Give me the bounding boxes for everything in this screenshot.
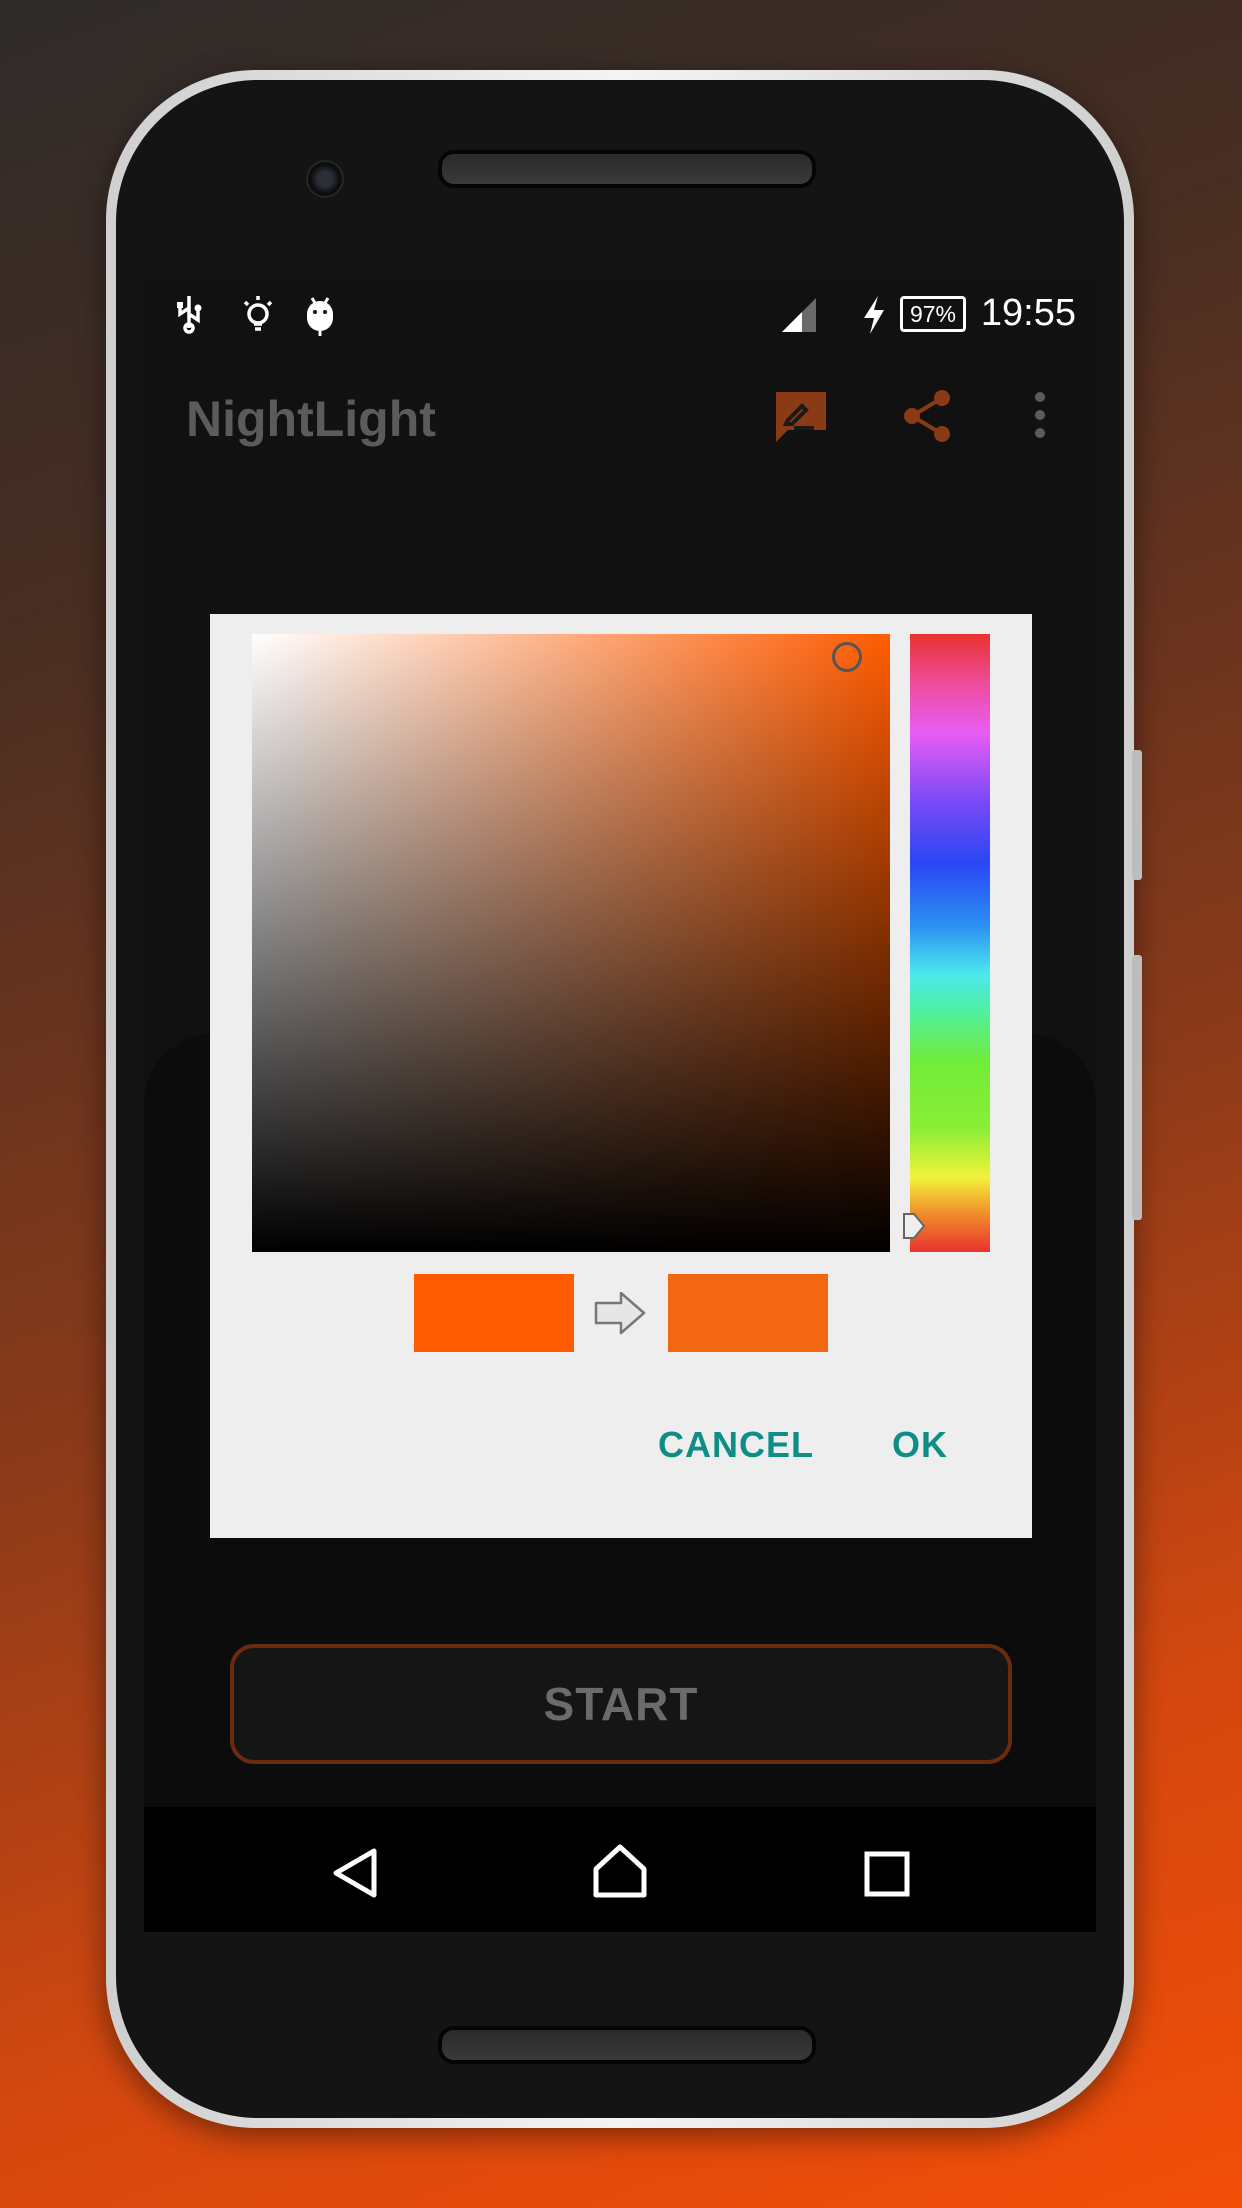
back-icon[interactable]	[330, 1847, 380, 1899]
power-button	[1132, 750, 1142, 880]
clock: 19:55	[980, 292, 1076, 334]
hue-slider-handle[interactable]	[902, 1212, 926, 1240]
ok-button[interactable]: OK	[892, 1424, 948, 1466]
signal-icon	[782, 298, 816, 332]
saturation-value-panel[interactable]	[252, 634, 890, 1252]
color-picker-dialog: CANCEL OK	[210, 614, 1032, 1538]
battery-indicator: 97%	[900, 296, 966, 332]
lightbulb-icon	[243, 296, 273, 331]
bottom-speaker	[438, 2026, 816, 2064]
charging-icon	[864, 296, 884, 334]
recents-icon[interactable]	[864, 1851, 910, 1897]
usb-icon	[177, 296, 202, 334]
volume-button	[1132, 955, 1142, 1220]
feedback-icon[interactable]	[772, 388, 830, 444]
color-cursor[interactable]	[832, 642, 862, 672]
more-vert-icon[interactable]	[1032, 390, 1048, 440]
app-title: NightLight	[186, 391, 436, 447]
android-icon	[307, 297, 333, 336]
cancel-button[interactable]: CANCEL	[658, 1424, 814, 1466]
navigation-bar	[144, 1807, 1096, 1932]
arrow-right-icon	[594, 1291, 646, 1335]
hue-slider[interactable]	[903, 634, 990, 1252]
share-icon[interactable]	[900, 388, 956, 444]
new-color-swatch	[668, 1274, 828, 1352]
app-bar: NightLight	[144, 350, 1096, 480]
home-icon[interactable]	[592, 1843, 648, 1899]
top-speaker	[438, 150, 816, 188]
start-button[interactable]: START	[230, 1644, 1012, 1764]
front-camera	[306, 160, 344, 198]
status-bar: 97% 19:55	[144, 280, 1096, 350]
old-color-swatch	[414, 1274, 574, 1352]
